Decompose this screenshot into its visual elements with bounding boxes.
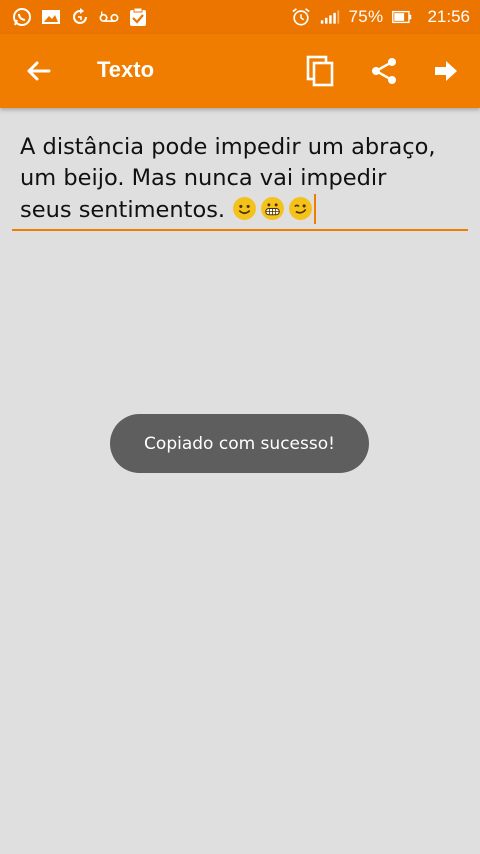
- clock: 21:56: [427, 7, 470, 26]
- status-bar: 75% 21:56: [0, 0, 480, 34]
- sync-icon: [70, 7, 90, 27]
- toast: Copiado com sucesso!: [110, 414, 369, 473]
- alarm-icon: [291, 7, 311, 27]
- arrow-forward-icon: [435, 61, 457, 81]
- app-bar: Texto: [0, 34, 480, 108]
- smile-emoji: [233, 197, 257, 220]
- signal-icon: [320, 7, 340, 27]
- emoji-row: [232, 196, 313, 221]
- page-title: Texto: [97, 57, 155, 82]
- image-icon: [41, 7, 61, 27]
- system-icons: 75% 21:56: [291, 7, 470, 27]
- toast-message: Copiado com sucesso!: [144, 433, 335, 454]
- share-button[interactable]: [356, 43, 412, 99]
- notification-icons: [12, 7, 148, 27]
- voicemail-icon: [99, 7, 119, 27]
- text-editor[interactable]: A distância pode impedir um abraço, um b…: [12, 130, 468, 231]
- whatsapp-icon: [12, 7, 32, 27]
- share-icon: [372, 58, 396, 84]
- copy-button[interactable]: [292, 43, 348, 99]
- copy-icon: [306, 55, 334, 87]
- battery-icon: [392, 7, 412, 27]
- editor-text-body: A distância pode impedir um abraço, um b…: [20, 134, 436, 223]
- battery-percent: 75%: [348, 7, 384, 26]
- next-button[interactable]: [418, 43, 474, 99]
- wink-emoji: [289, 197, 313, 220]
- clipboard-check-icon: [128, 7, 148, 27]
- back-button[interactable]: [10, 43, 66, 99]
- arrow-back-icon: [27, 61, 51, 81]
- grin-emoji: [261, 197, 285, 220]
- editor-text: A distância pode impedir um abraço, um b…: [20, 132, 470, 226]
- text-cursor: [314, 194, 317, 224]
